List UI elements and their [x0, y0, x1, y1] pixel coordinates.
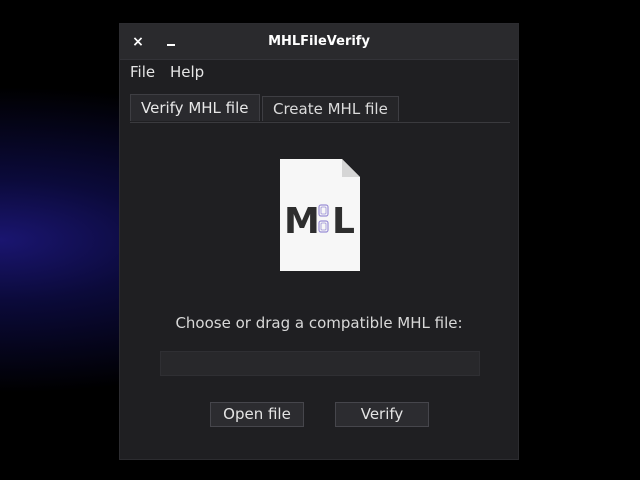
menu-bar: File Help — [120, 60, 518, 84]
document-letter-l: L — [332, 201, 355, 242]
drop-prompt: Choose or drag a compatible MHL file: — [175, 314, 463, 332]
menu-file[interactable]: File — [130, 62, 155, 82]
open-file-button[interactable]: Open file — [210, 402, 304, 427]
mhl-file-path-input[interactable] — [160, 351, 480, 376]
verify-button[interactable]: Verify — [335, 402, 429, 427]
tab-bar: Verify MHL file Create MHL file — [130, 94, 510, 123]
tab-verify-mhl[interactable]: Verify MHL file — [130, 94, 260, 121]
minimize-icon[interactable] — [162, 32, 182, 52]
document-fold — [342, 159, 360, 177]
title-bar[interactable]: × MHLFileVerify — [120, 24, 518, 60]
mhl-document-icon: M L — [280, 159, 360, 271]
app-window: × MHLFileVerify File Help Verify MHL fil… — [119, 23, 519, 460]
menu-help[interactable]: Help — [170, 62, 204, 82]
document-letter-m: M — [284, 201, 320, 242]
minimize-bar — [167, 44, 175, 46]
close-icon[interactable]: × — [128, 32, 148, 52]
tab-create-mhl[interactable]: Create MHL file — [262, 96, 399, 121]
